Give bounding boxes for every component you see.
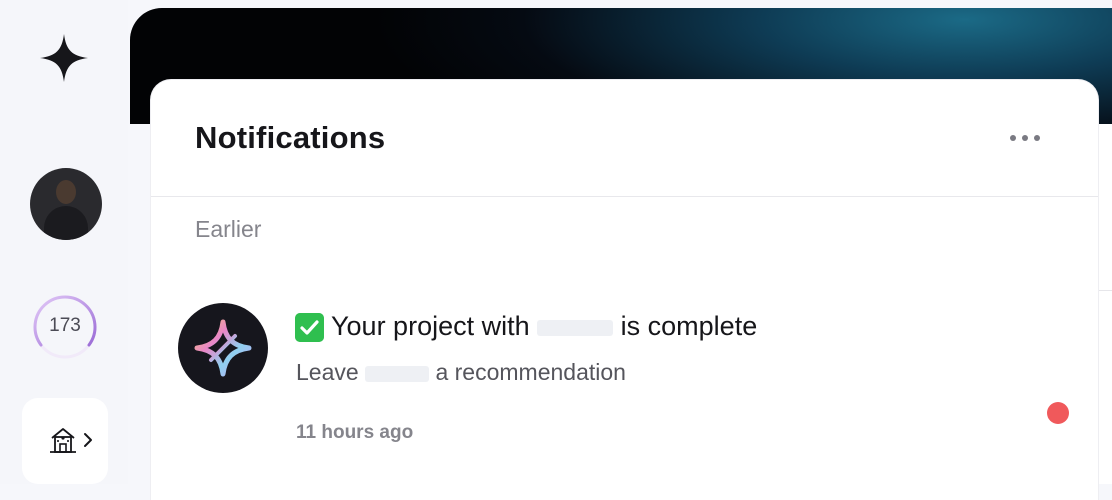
notification-subtitle: Leave a recommendation [296,359,626,386]
divider [1099,290,1112,291]
check-mark-icon [295,313,324,342]
notification-title-prefix: Your project with [331,311,530,341]
redacted-name [365,365,430,382]
notification-subtitle-prefix: Leave [296,359,359,385]
notification-title: Your project with is complete [331,311,757,342]
notification-subtitle-suffix: a recommendation [435,359,626,385]
avatar-head [56,180,76,204]
brand-logo-icon [178,303,268,393]
more-horizontal-icon[interactable] [1001,128,1049,148]
avatar[interactable] [30,168,102,240]
score-ring[interactable]: 173 [32,294,98,360]
notifications-panel: Notifications Earlier Your project with … [151,80,1098,500]
four-point-star-icon[interactable] [40,34,88,82]
score-value: 173 [49,315,81,336]
home-button[interactable] [22,398,108,484]
unread-indicator [1047,402,1069,424]
notification-item[interactable]: Your project with is complete Leave a re… [151,294,1098,464]
building-icon [50,428,76,453]
panel-divider [151,196,1098,197]
background-card-edge [1098,124,1112,484]
section-label-earlier: Earlier [195,216,262,242]
left-rail: 173 [0,0,128,484]
redacted-name [537,319,614,336]
chevron-right-icon [84,433,92,447]
notification-title-suffix: is complete [620,311,758,341]
avatar-body [44,206,88,240]
notification-timestamp: 11 hours ago [296,422,414,443]
page-title: Notifications [195,120,386,155]
